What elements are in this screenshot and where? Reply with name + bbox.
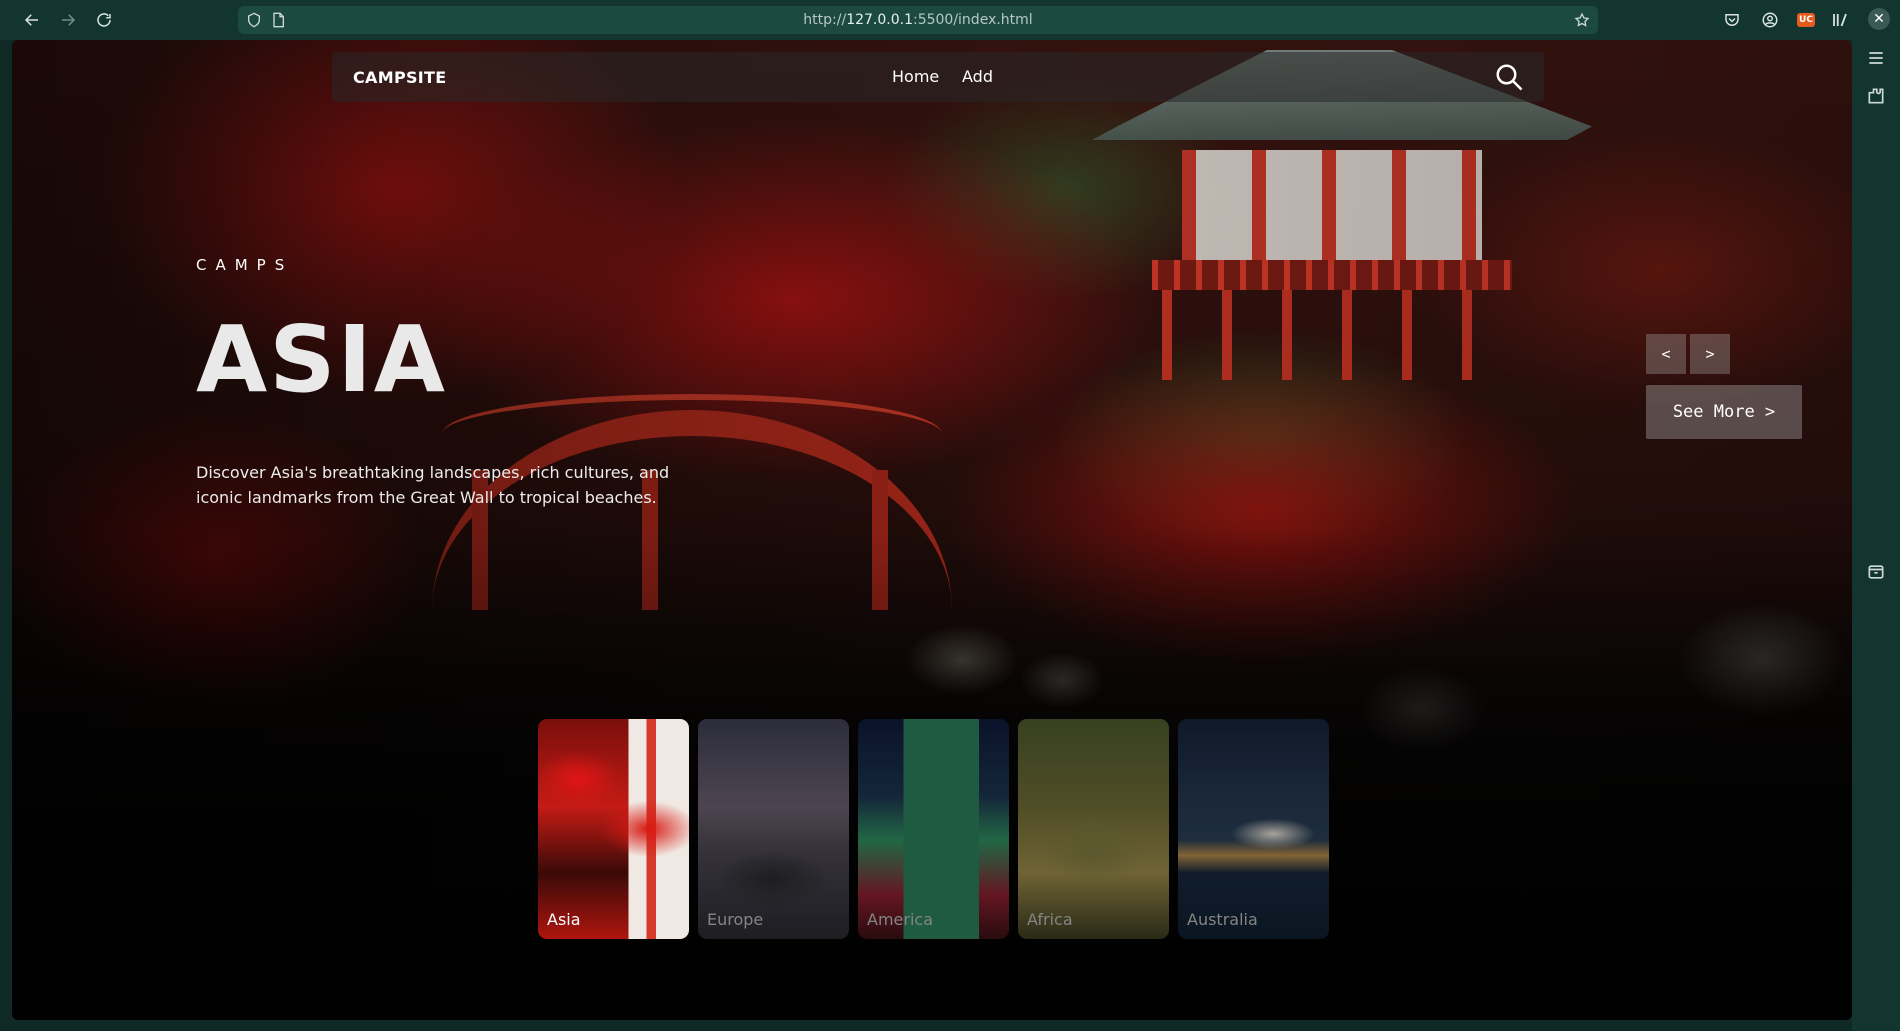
next-slide-button[interactable]: > — [1690, 334, 1730, 374]
thumbnail-europe[interactable]: Europe — [698, 719, 849, 939]
url-scheme: http:// — [803, 12, 847, 28]
url-text[interactable]: http://127.0.0.1:5500/index.html — [238, 12, 1598, 28]
browser-sidebar — [1852, 40, 1900, 1031]
close-icon[interactable]: ✕ — [1868, 8, 1890, 30]
see-more-button[interactable]: See More > — [1646, 385, 1802, 439]
thumbnail-australia[interactable]: Australia — [1178, 719, 1329, 939]
account-icon[interactable] — [1760, 10, 1780, 30]
pocket-icon[interactable] — [1722, 10, 1742, 30]
hero-description: Discover Asia's breathtaking landscapes,… — [196, 463, 670, 507]
thumbnail-africa[interactable]: Africa — [1018, 719, 1169, 939]
extension-icon[interactable] — [1830, 10, 1850, 30]
uc-extension-icon[interactable]: UC — [1797, 13, 1815, 27]
sidebar-panel-icon[interactable] — [1866, 562, 1886, 582]
site-logo[interactable]: CAMPSITE — [353, 68, 447, 87]
thumbnail-label: Africa — [1027, 910, 1073, 929]
extensions-puzzle-icon[interactable] — [1866, 86, 1886, 106]
thumbnail-america[interactable]: America — [858, 719, 1009, 939]
nav-link-home[interactable]: Home — [892, 67, 939, 86]
bookmark-star-icon[interactable] — [1574, 12, 1590, 28]
forward-arrow-icon[interactable] — [56, 8, 80, 32]
prev-slide-button[interactable]: < — [1646, 334, 1686, 374]
url-host: 127.0.0.1 — [846, 12, 913, 28]
back-arrow-icon[interactable] — [20, 8, 44, 32]
thumbnail-label: Europe — [707, 910, 764, 929]
hero-kicker: CAMPS — [196, 256, 294, 274]
address-bar[interactable]: http://127.0.0.1:5500/index.html — [238, 6, 1598, 34]
nav-link-add[interactable]: Add — [962, 67, 993, 86]
search-icon[interactable] — [1494, 62, 1524, 92]
reload-icon[interactable] — [92, 8, 116, 32]
browser-toolbar: http://127.0.0.1:5500/index.html UC ✕ — [0, 0, 1900, 40]
site-navbar: CAMPSITE Home Add — [332, 52, 1544, 102]
thumbnail-label: America — [867, 910, 933, 929]
destination-thumbnails: Asia Europe America Africa Australia — [538, 719, 1329, 939]
url-path: :5500/index.html — [912, 12, 1033, 28]
thumbnail-label: Asia — [547, 910, 581, 929]
thumbnail-label: Australia — [1187, 910, 1258, 929]
thumbnail-asia[interactable]: Asia — [538, 719, 689, 939]
page-viewport: CAMPSITE Home Add CAMPS ASIA Discover As… — [12, 40, 1852, 1020]
hero-title: ASIA — [196, 306, 447, 413]
menu-icon[interactable] — [1866, 48, 1886, 68]
